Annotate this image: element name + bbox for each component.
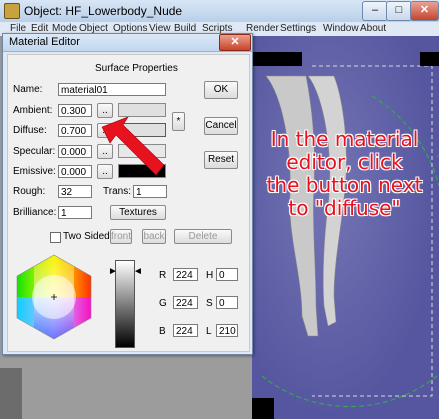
g-field[interactable]: 224: [173, 296, 198, 309]
window-title: Object: HF_Lowerbody_Nude: [24, 4, 183, 18]
dialog-body: Surface Properties Name: material01 Ambi…: [7, 54, 250, 352]
maximize-button[interactable]: □: [386, 1, 412, 21]
b-label: B: [159, 326, 166, 337]
menu-settings[interactable]: Settings: [280, 22, 316, 36]
r-label: R: [159, 270, 167, 281]
specular-label: Specular:: [13, 146, 56, 157]
menu-about[interactable]: About: [360, 22, 386, 36]
emissive-label: Emissive:: [13, 166, 56, 177]
b-field[interactable]: 224: [173, 324, 198, 337]
specular-field[interactable]: 0.000: [58, 145, 92, 158]
reset-button[interactable]: Reset: [204, 151, 238, 169]
minimize-button[interactable]: –: [362, 1, 388, 21]
s-field[interactable]: 0: [216, 296, 238, 309]
diffuse-field[interactable]: 0.700: [58, 124, 92, 137]
l-label: L: [206, 326, 212, 337]
ambient-field[interactable]: 0.300: [58, 104, 92, 117]
window-titlebar: Object: HF_Lowerbody_Nude – □ ✕: [0, 0, 439, 23]
app-icon: [4, 3, 20, 19]
viewport-scene: [261, 65, 439, 408]
emissive-field[interactable]: 0.000: [58, 165, 92, 178]
h-label: H: [206, 270, 214, 281]
rough-field[interactable]: 32: [58, 185, 92, 198]
lightness-slider[interactable]: [115, 260, 135, 348]
ambient-label: Ambient:: [13, 105, 53, 116]
material-editor-dialog: Material Editor ✕ Surface Properties Nam…: [2, 33, 253, 355]
close-button[interactable]: ✕: [410, 1, 439, 21]
hidden-region: [252, 398, 274, 419]
two-sided-label: Two Sided: [63, 231, 110, 242]
rough-label: Rough:: [13, 186, 46, 197]
background-strip: [0, 368, 22, 419]
cancel-button[interactable]: Cancel: [204, 117, 238, 135]
dialog-titlebar: Material Editor ✕: [3, 34, 252, 52]
name-label: Name:: [13, 84, 43, 95]
s-label: S: [206, 298, 213, 309]
h-field[interactable]: 0: [216, 268, 238, 281]
pointer-arrow-icon: [101, 116, 165, 176]
color-hexagon[interactable]: [14, 253, 94, 341]
trans-field[interactable]: 1: [133, 185, 167, 198]
dialog-close-button[interactable]: ✕: [219, 34, 251, 51]
dialog-title: Material Editor: [9, 36, 80, 48]
annotation-text: In the material editor, click the button…: [266, 127, 423, 220]
link-button[interactable]: *: [172, 112, 185, 131]
slider-arrow-right-icon: ◄: [133, 266, 143, 277]
hidden-region: [420, 52, 439, 66]
hidden-region: [252, 52, 302, 66]
two-sided-checkbox[interactable]: [50, 232, 61, 243]
r-field[interactable]: 224: [173, 268, 198, 281]
front-button[interactable]: front: [110, 229, 132, 244]
brilliance-field[interactable]: 1: [58, 206, 92, 219]
diffuse-label: Diffuse:: [13, 125, 47, 136]
g-label: G: [159, 298, 167, 309]
ok-button[interactable]: OK: [204, 81, 238, 99]
trans-label: Trans:: [103, 186, 131, 197]
slider-arrow-left-icon: ►: [108, 266, 118, 277]
menu-window[interactable]: Window: [323, 22, 359, 36]
delete-button[interactable]: Delete: [174, 229, 232, 244]
brilliance-label: Brilliance:: [13, 207, 57, 218]
textures-button[interactable]: Textures: [110, 205, 166, 220]
l-field[interactable]: 210: [216, 324, 238, 337]
name-field[interactable]: material01: [58, 83, 166, 96]
section-title: Surface Properties: [95, 63, 178, 74]
back-button[interactable]: back: [142, 229, 166, 244]
